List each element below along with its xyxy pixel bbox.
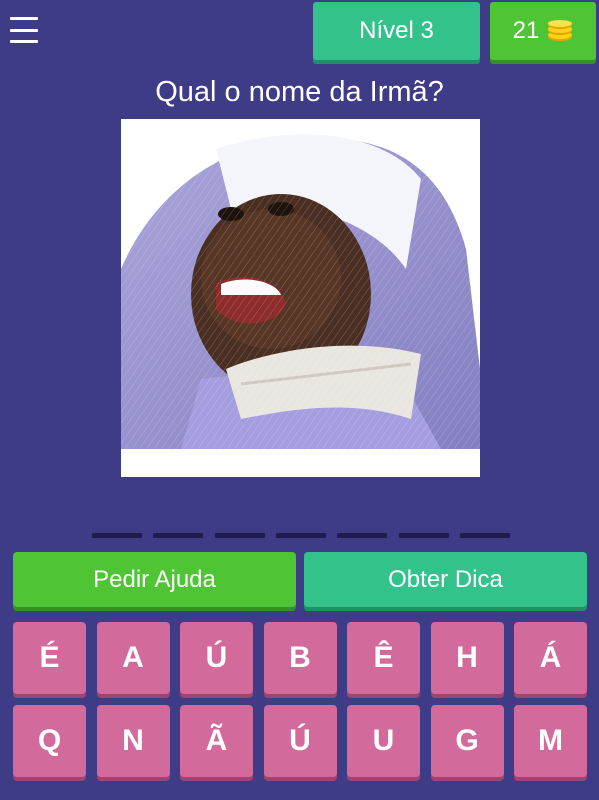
letter-key[interactable]: Ã — [180, 705, 253, 777]
answer-slot[interactable] — [214, 533, 265, 538]
letter-row-2: Q N Ã Ú U G M — [13, 705, 587, 777]
answer-slot[interactable] — [398, 533, 449, 538]
puzzle-image — [121, 119, 480, 477]
answer-slot[interactable] — [459, 533, 510, 538]
letter-key[interactable]: H — [430, 622, 504, 694]
letter-key[interactable]: B — [263, 622, 337, 694]
coins-indicator[interactable]: 21 — [490, 2, 596, 60]
letter-key[interactable]: Ú — [180, 622, 253, 694]
answer-slot[interactable] — [92, 533, 142, 538]
answer-slot[interactable] — [153, 533, 204, 538]
letter-key[interactable]: Ú — [263, 705, 337, 777]
ask-help-label: Pedir Ajuda — [93, 565, 216, 593]
level-label: Nível 3 — [359, 17, 434, 44]
question-text: Qual o nome da Irmã? — [155, 76, 444, 108]
hamburger-menu-icon[interactable] — [8, 14, 40, 46]
letter-key[interactable]: N — [96, 705, 170, 777]
letter-key[interactable]: M — [514, 705, 587, 777]
answer-slot[interactable] — [275, 533, 326, 538]
level-indicator: Nível 3 — [313, 2, 480, 60]
letter-key[interactable]: É — [13, 622, 86, 694]
letter-key[interactable]: Ê — [347, 622, 420, 694]
letter-key[interactable]: Á — [514, 622, 587, 694]
coin-stack-icon — [548, 20, 573, 41]
letter-key[interactable]: Q — [13, 705, 86, 777]
get-hint-button[interactable]: Obter Dica — [304, 552, 587, 607]
letter-key[interactable]: G — [430, 705, 504, 777]
letter-key[interactable]: U — [347, 705, 420, 777]
coin-count: 21 — [512, 17, 540, 44]
game-screen: Nível 3 21 Qual o nome da Irmã? Pedir Aj… — [0, 0, 599, 800]
letter-keyboard: É A Ú B Ê H Á Q N Ã Ú U G M — [13, 622, 587, 788]
answer-slot[interactable] — [337, 533, 388, 538]
answer-slots — [92, 533, 510, 539]
letter-key[interactable]: A — [96, 622, 170, 694]
ask-help-button[interactable]: Pedir Ajuda — [13, 552, 296, 607]
get-hint-label: Obter Dica — [388, 565, 503, 593]
letter-row-1: É A Ú B Ê H Á — [13, 622, 587, 694]
